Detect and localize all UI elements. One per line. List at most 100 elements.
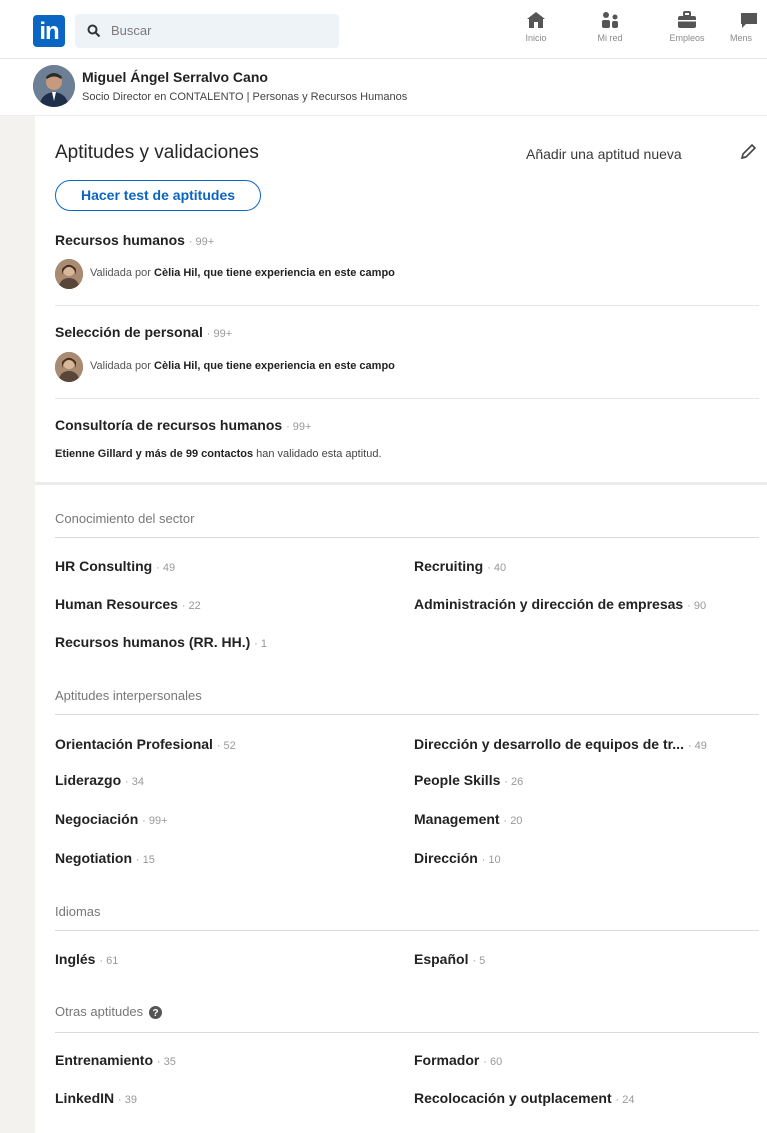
skill-count: · 99+ [286, 421, 312, 433]
skills-section: Aptitudes y validaciones Añadir una apti… [35, 116, 767, 1133]
category-header-interpersonal: Aptitudes interpersonales [55, 688, 202, 703]
skill-name: Selección de personal [55, 324, 203, 340]
skill-item[interactable]: Formador · 60 [414, 1052, 502, 1068]
skill-item[interactable]: Negotiation · 15 [55, 850, 155, 866]
skill-name: Formador [414, 1052, 480, 1068]
endorsement-text: Validada por Cèlia Hil, que tiene experi… [90, 267, 395, 279]
profile-name[interactable]: Miguel Ángel Serralvo Cano [82, 69, 268, 85]
skill-name: HR Consulting [55, 558, 153, 574]
skill-name: Recruiting [414, 558, 484, 574]
endorsement-prefix: Validada por [90, 267, 155, 279]
nav-label-mensajes: Mens [730, 33, 753, 43]
skill-item[interactable]: Liderazgo · 34 [55, 772, 144, 788]
skill-count: · 61 [99, 955, 119, 967]
skill-count: · 90 [687, 600, 707, 612]
help-icon[interactable]: ? [149, 1006, 163, 1020]
skill-item[interactable]: Negociación · 99+ [55, 811, 168, 827]
skill-name: Orientación Profesional [55, 736, 213, 752]
add-skill-link[interactable]: Añadir una aptitud nueva [526, 146, 682, 162]
skill-count: · 99+ [142, 815, 168, 827]
skill-count: · 99+ [206, 328, 233, 340]
nav-label-inicio: Inicio [525, 33, 547, 43]
skill-name: Dirección [414, 850, 478, 866]
nav-label-mi-red: Mi red [597, 33, 623, 43]
top-skill-consultoria-rrhh[interactable]: Consultoría de recursos humanos · 99+ [55, 417, 311, 433]
briefcase-icon [678, 11, 696, 28]
skill-name: People Skills [414, 772, 501, 788]
skill-name: Negociación [55, 811, 139, 827]
endorsement-summary[interactable]: Etienne Gillard y más de 99 contactos ha… [55, 448, 382, 460]
skill-count: · 22 [181, 600, 201, 612]
search-input[interactable]: Buscar [75, 14, 339, 48]
home-icon [527, 12, 545, 28]
skill-item[interactable]: Entrenamiento · 35 [55, 1052, 176, 1068]
skill-count: · 15 [135, 854, 155, 866]
skill-item[interactable]: Dirección · 10 [414, 850, 501, 866]
endorser-avatar[interactable] [55, 352, 83, 382]
nav-mi-red[interactable]: Mi red [582, 8, 638, 54]
person-photo-icon [55, 352, 83, 382]
category-header-label: Otras aptitudes [55, 1004, 144, 1019]
person-photo-icon [33, 65, 75, 107]
skill-item[interactable]: Administración y dirección de empresas ·… [414, 596, 706, 612]
skill-item[interactable]: LinkedIN · 39 [55, 1090, 137, 1106]
nav-empleos[interactable]: Empleos [659, 8, 715, 54]
skill-item[interactable]: Español · 5 [414, 951, 485, 967]
skill-name: Consultoría de recursos humanos [55, 417, 283, 433]
endorser-name[interactable]: Cèlia Hil, que tiene experiencia en este… [154, 267, 395, 279]
skill-item[interactable]: Management · 20 [414, 811, 522, 827]
skill-item[interactable]: Inglés · 61 [55, 951, 118, 967]
skill-item[interactable]: Dirección y desarrollo de equipos de tr.… [414, 736, 707, 752]
skill-name: Negotiation [55, 850, 132, 866]
nav-mensajes[interactable]: Mens [730, 8, 767, 54]
skill-count: · 10 [481, 854, 501, 866]
divider [55, 305, 759, 306]
endorsement-text: Validada por Cèlia Hil, que tiene experi… [90, 360, 395, 372]
category-header-idiomas: Idiomas [55, 904, 101, 919]
network-icon [602, 12, 618, 28]
skill-item[interactable]: Recolocación y outplacement · 24 [414, 1090, 634, 1106]
left-margin [0, 116, 35, 1133]
skill-count: · 49 [156, 562, 176, 574]
edit-pencil-icon[interactable] [738, 142, 758, 162]
skill-count: · 35 [156, 1056, 176, 1068]
svg-text:?: ? [153, 1008, 159, 1019]
endorser-avatar[interactable] [55, 259, 83, 289]
category-header-otras: Otras aptitudes? [55, 1004, 163, 1020]
skill-item[interactable]: People Skills · 26 [414, 772, 523, 788]
divider [55, 930, 759, 931]
skill-count: · 60 [483, 1056, 503, 1068]
skill-name: Español [414, 951, 469, 967]
divider [55, 398, 759, 399]
nav-label-empleos: Empleos [669, 33, 705, 43]
skill-name: Recursos humanos [55, 232, 185, 248]
skill-name: Entrenamiento [55, 1052, 154, 1068]
skill-count: · 39 [118, 1094, 137, 1106]
skill-name: Management [414, 811, 500, 827]
skill-name: Dirección y desarrollo de equipos de tr.… [414, 736, 684, 752]
skill-item[interactable]: Recursos humanos (RR. HH.) · 1 [55, 634, 267, 650]
skill-test-button[interactable]: Hacer test de aptitudes [55, 180, 261, 211]
endorser-name[interactable]: Cèlia Hil, que tiene experiencia en este… [154, 360, 395, 372]
skill-count: · 24 [615, 1094, 635, 1106]
section-title: Aptitudes y validaciones [55, 142, 259, 163]
skill-count: · 5 [472, 955, 486, 967]
section-divider [35, 482, 767, 485]
skill-item[interactable]: Recruiting · 40 [414, 558, 506, 574]
skill-item[interactable]: HR Consulting · 49 [55, 558, 175, 574]
skill-count: · 49 [687, 740, 707, 752]
linkedin-logo[interactable]: in [33, 15, 65, 47]
skill-count: · 99+ [188, 236, 215, 248]
skill-name: Inglés [55, 951, 96, 967]
search-placeholder: Buscar [111, 23, 152, 38]
skill-item[interactable]: Human Resources · 22 [55, 596, 201, 612]
top-skill-recursos-humanos[interactable]: Recursos humanos · 99+ [55, 232, 214, 248]
skill-count: · 40 [487, 562, 507, 574]
skill-name: LinkedIN [55, 1090, 115, 1106]
skill-item[interactable]: Orientación Profesional · 52 [55, 736, 236, 752]
skill-name: Recursos humanos (RR. HH.) [55, 634, 251, 650]
skill-count: · 52 [216, 740, 236, 752]
profile-avatar[interactable] [33, 65, 75, 107]
nav-inicio[interactable]: Inicio [508, 8, 564, 54]
top-skill-seleccion-personal[interactable]: Selección de personal · 99+ [55, 324, 232, 340]
